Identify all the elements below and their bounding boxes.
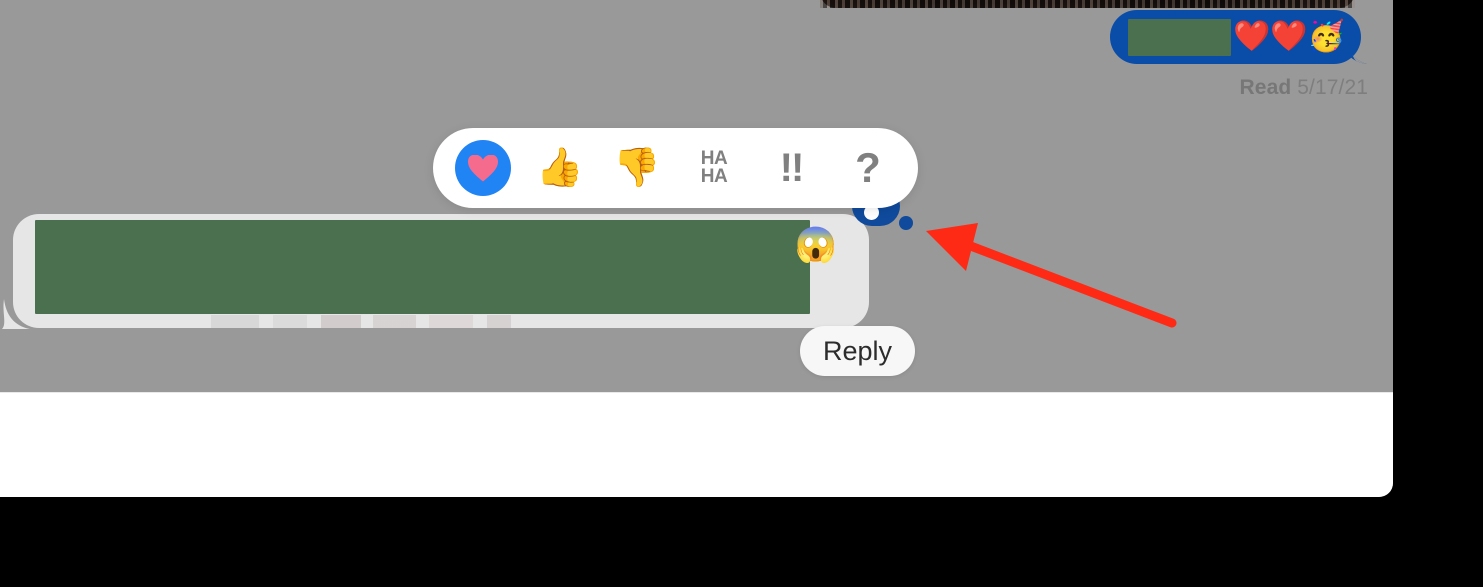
reaction-thumbs-down-button[interactable]: 👎: [609, 140, 665, 196]
compose-bar: iMessage: [0, 392, 1393, 497]
reply-button-label: Reply: [822, 335, 893, 366]
redacted-text-block-incoming: [35, 220, 810, 314]
haha-line-2: HA: [700, 166, 728, 187]
read-receipt-date: 5/17/21: [1297, 76, 1368, 99]
outgoing-message-emojis: ❤️❤️🥳: [1233, 20, 1346, 53]
question-mark-icon: ?: [855, 144, 881, 191]
reaction-thumbs-up-button[interactable]: 👍: [532, 140, 588, 196]
reply-button[interactable]: Reply: [800, 326, 915, 376]
redacted-text-block: [1128, 18, 1231, 56]
screen-root: ❤️❤️🥳 Read 5/17/21 😱 👍 👎 HA HA !! ? Repl…: [0, 0, 1483, 587]
read-receipt-label: Read: [1239, 76, 1292, 99]
exclamation-icon: !!: [779, 145, 805, 190]
heart-icon: [468, 155, 498, 182]
incoming-message-bubble[interactable]: 😱: [13, 214, 869, 328]
photo-attachment[interactable]: [820, 0, 1355, 8]
read-receipt: Read 5/17/21: [1240, 76, 1368, 100]
reaction-picker-menu[interactable]: 👍 👎 HA HA !! ?: [433, 128, 918, 208]
conversation-scroll-area[interactable]: ❤️❤️🥳 Read 5/17/21 😱 👍 👎 HA HA !! ? Repl…: [0, 0, 1393, 392]
obscured-text-line: [211, 315, 511, 328]
annotation-arrow-icon: [926, 223, 1177, 328]
reaction-question-button[interactable]: ?: [840, 140, 896, 196]
thumbs-up-icon: 👍: [536, 147, 584, 189]
reaction-heart-button[interactable]: [455, 140, 511, 196]
face-screaming-in-fear-icon: 😱: [794, 226, 837, 264]
reaction-haha-button[interactable]: HA HA: [686, 140, 742, 196]
thumbs-down-icon: 👎: [613, 147, 661, 189]
bubble-tail-incoming: [2, 299, 30, 329]
messages-window: ❤️❤️🥳 Read 5/17/21 😱 👍 👎 HA HA !! ? Repl…: [0, 0, 1393, 497]
haha-icon: HA HA: [700, 149, 728, 187]
reaction-exclamation-button[interactable]: !!: [763, 140, 819, 196]
outgoing-message-bubble[interactable]: ❤️❤️🥳: [1110, 10, 1361, 64]
